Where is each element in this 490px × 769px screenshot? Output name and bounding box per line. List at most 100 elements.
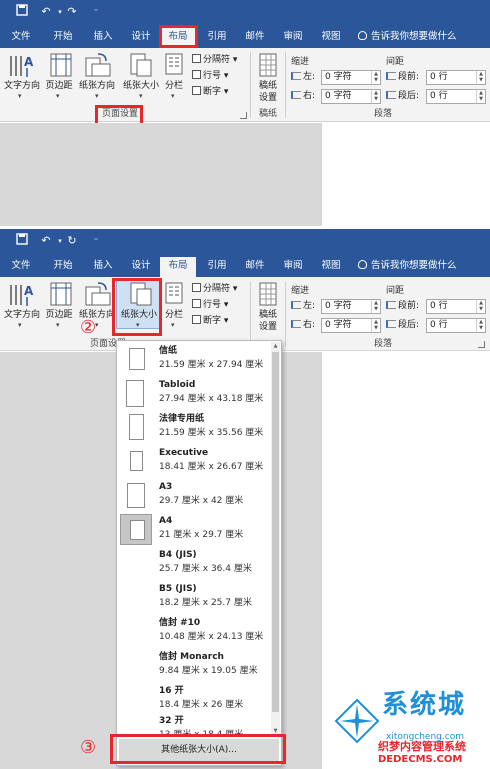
indent-right-icon — [291, 91, 301, 99]
tab-home[interactable]: 开始 — [46, 257, 80, 277]
tab-file[interactable]: 文件 — [4, 257, 38, 277]
tab-design[interactable]: 设计 — [124, 28, 158, 48]
paper-size-item[interactable]: B5 (JIS) 18.2 厘米 x 25.7 厘米 — [119, 581, 271, 614]
indent-right-value: 0 字符 — [325, 320, 352, 330]
chevron-down-icon: ▾ — [18, 92, 22, 100]
tab-bar: 文件 开始 插入 设计 布局 引用 邮件 审阅 视图 告诉我你想要做什么 — [0, 24, 490, 48]
paper-icon-wrap — [120, 480, 152, 511]
tab-layout[interactable]: 布局 — [160, 257, 196, 277]
scrollbar-thumb[interactable] — [272, 352, 279, 712]
tab-review[interactable]: 审阅 — [276, 257, 310, 277]
spacing-after-value: 0 行 — [430, 320, 448, 330]
chevron-down-icon: ▾ — [171, 321, 175, 329]
step-3-marker: ③ — [80, 737, 97, 758]
manuscript-icon — [259, 53, 277, 77]
tab-review[interactable]: 审阅 — [276, 28, 310, 48]
spacing-after-input[interactable]: 0 行 ▲ ▼ — [426, 89, 486, 104]
tab-design[interactable]: 设计 — [124, 257, 158, 277]
spacing-before-label: 段前: — [386, 70, 419, 84]
manuscript-label-2: 设置 — [258, 322, 277, 332]
save-icon[interactable] — [14, 4, 30, 20]
save-icon[interactable] — [14, 233, 30, 249]
hyphenation-button[interactable]: 断字 ▾ — [192, 315, 228, 327]
spin-arrows-icon[interactable]: ▲ ▼ — [476, 90, 485, 103]
tab-file[interactable]: 文件 — [4, 28, 38, 48]
orientation-label: 纸张方向 — [78, 81, 115, 91]
tab-mailings[interactable]: 邮件 — [238, 28, 272, 48]
scroll-up-icon[interactable]: ▲ — [271, 342, 280, 351]
spin-arrows-icon[interactable]: ▲ ▼ — [476, 71, 485, 84]
step-2-marker: ② — [80, 317, 97, 338]
tab-view[interactable]: 视图 — [314, 257, 348, 277]
tab-references[interactable]: 引用 — [200, 28, 234, 48]
spacing-before-value: 0 行 — [430, 301, 448, 311]
paper-size-item[interactable]: Executive 18.41 厘米 x 26.67 厘米 — [119, 445, 271, 478]
spin-arrows-icon[interactable]: ▲ ▼ — [476, 319, 485, 332]
paper-icon — [130, 451, 143, 471]
paper-size-item[interactable]: A3 29.7 厘米 x 42 厘米 — [119, 479, 271, 512]
columns-icon — [165, 53, 183, 75]
breaks-button[interactable]: 分隔符 ▾ — [192, 283, 237, 295]
spacing-after-input[interactable]: 0 行 ▲ ▼ — [426, 318, 486, 333]
tab-view[interactable]: 视图 — [314, 28, 348, 48]
spacing-before-input[interactable]: 0 行 ▲ ▼ — [426, 70, 486, 85]
page-setup-launcher-icon[interactable] — [240, 112, 247, 119]
tab-insert[interactable]: 插入 — [86, 257, 120, 277]
spacing-before-input[interactable]: 0 行 ▲ ▼ — [426, 299, 486, 314]
paper-size-name: 信纸 — [159, 346, 178, 356]
indent-right-input[interactable]: 0 字符 ▲ ▼ — [321, 89, 381, 104]
orientation-icon — [85, 53, 111, 77]
line-numbers-button[interactable]: 行号 ▾ — [192, 70, 228, 82]
customize-icon[interactable]: ⁼ — [88, 4, 104, 20]
columns-label: 分栏 — [164, 81, 183, 91]
line-numbers-button[interactable]: 行号 ▾ — [192, 299, 228, 311]
hyphenation-button[interactable]: 断字 ▾ — [192, 86, 228, 98]
paper-size-dimensions: 18.4 厘米 x 26 厘米 — [159, 700, 244, 710]
spin-arrows-icon[interactable]: ▲ ▼ — [371, 90, 380, 103]
redo-icon[interactable]: ↷ — [64, 4, 80, 20]
tab-mailings[interactable]: 邮件 — [238, 257, 272, 277]
chevron-down-icon: ▾ — [56, 92, 60, 100]
paper-size-name: 法律专用纸 — [159, 414, 205, 424]
paper-size-item-selected[interactable]: A4 21 厘米 x 29.7 厘米 — [119, 513, 271, 546]
paper-size-item[interactable]: 16 开 18.4 厘米 x 26 厘米 — [119, 683, 271, 716]
spin-arrows-icon[interactable]: ▲ ▼ — [371, 319, 380, 332]
paper-size-dimensions: 18.2 厘米 x 25.7 厘米 — [159, 598, 252, 608]
customize-icon[interactable]: ⁼ — [88, 233, 104, 249]
tab-references[interactable]: 引用 — [200, 257, 234, 277]
dropdown-scrollbar[interactable]: ▲ ▼ — [271, 342, 280, 736]
document-page[interactable] — [322, 123, 490, 226]
paper-size-item[interactable]: 信封 #10 10.48 厘米 x 24.13 厘米 — [119, 615, 271, 648]
paper-size-item[interactable]: Tabloid 27.94 厘米 x 43.18 厘米 — [119, 377, 271, 410]
spin-arrows-icon[interactable]: ▲ ▼ — [371, 71, 380, 84]
indent-left-input[interactable]: 0 字符 ▲ ▼ — [321, 299, 381, 314]
paper-size-name: Executive — [159, 448, 209, 458]
highlight-more-sizes — [110, 734, 286, 764]
chevron-down-icon: ▾ — [56, 321, 60, 329]
manuscript-icon — [259, 282, 277, 306]
spacing-after-label: 段后: — [386, 89, 419, 103]
paper-size-item[interactable]: 信纸 21.59 厘米 x 27.94 厘米 — [119, 343, 271, 376]
repeat-icon[interactable]: ↻ — [64, 233, 80, 249]
chevron-down-icon: ▾ — [171, 92, 175, 100]
indent-right-label: 右: — [291, 89, 315, 103]
chevron-down-icon: ▾ — [139, 92, 143, 100]
paper-size-item[interactable]: 法律专用纸 21.59 厘米 x 35.56 厘米 — [119, 411, 271, 444]
spin-arrows-icon[interactable]: ▲ ▼ — [476, 300, 485, 313]
indent-left-input[interactable]: 0 字符 ▲ ▼ — [321, 70, 381, 85]
breaks-button[interactable]: 分隔符 ▾ — [192, 54, 237, 66]
margins-icon — [50, 53, 72, 77]
paragraph-launcher-icon[interactable] — [478, 341, 485, 348]
indent-right-input[interactable]: 0 字符 ▲ ▼ — [321, 318, 381, 333]
paper-size-item[interactable]: B4 (JIS) 25.7 厘米 x 36.4 厘米 — [119, 547, 271, 580]
indent-right-label: 右: — [291, 318, 315, 332]
paper-size-item[interactable]: 信封 Monarch 9.84 厘米 x 19.05 厘米 — [119, 649, 271, 682]
size-label: 纸张大小 — [122, 81, 159, 91]
title-bar: ↶ ▾ ↻ ⁼ — [0, 229, 490, 253]
tell-me-box[interactable]: 告诉我你想要做什么 — [358, 257, 457, 275]
tab-home[interactable]: 开始 — [46, 28, 80, 48]
spin-arrows-icon[interactable]: ▲ ▼ — [371, 300, 380, 313]
tab-insert[interactable]: 插入 — [86, 28, 120, 48]
tell-me-box[interactable]: 告诉我你想要做什么 — [358, 28, 457, 46]
text-direction-label: 文字方向 — [3, 310, 40, 320]
